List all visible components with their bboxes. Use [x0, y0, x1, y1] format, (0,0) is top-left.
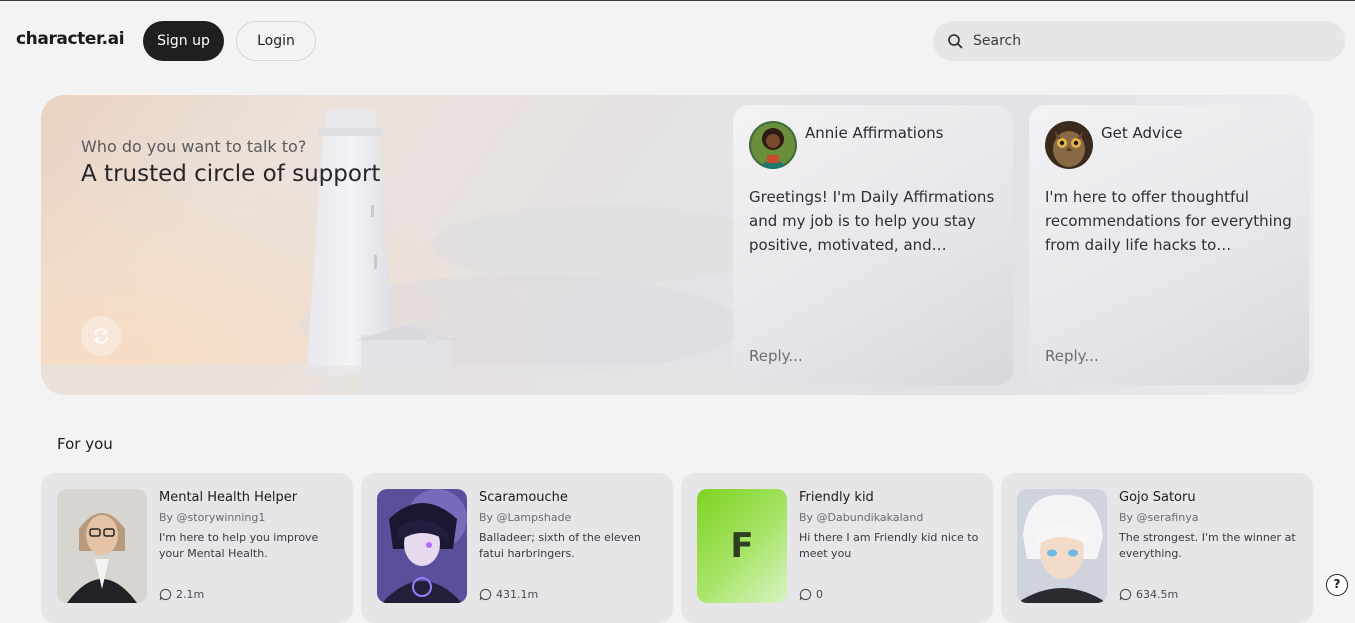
chat-bubble-icon	[479, 588, 492, 601]
character-name: Scaramouche	[479, 490, 568, 505]
hero-character-card[interactable]: Annie Affirmations Greetings! I'm Daily …	[733, 105, 1013, 385]
section-title-for-you: For you	[57, 435, 113, 453]
chat-count: 0	[799, 588, 823, 601]
search-bar[interactable]	[933, 21, 1345, 61]
character-author[interactable]: By @serafinya	[1119, 511, 1198, 524]
signup-button[interactable]: Sign up	[143, 21, 224, 61]
character-description: The strongest. I'm the winner at everyth…	[1119, 531, 1296, 560]
hero-title: A trusted circle of support	[81, 161, 381, 187]
character-name: Get Advice	[1101, 124, 1183, 142]
chat-count-value: 431.1m	[496, 588, 539, 601]
chat-count-value: 634.5m	[1136, 588, 1179, 601]
refresh-button[interactable]	[81, 316, 121, 356]
help-button[interactable]: ?	[1326, 574, 1348, 596]
character-greeting: Greetings! I'm Daily Affirmations and my…	[749, 188, 995, 254]
character-name: Mental Health Helper	[159, 490, 298, 505]
character-thumbnail	[1017, 489, 1107, 603]
refresh-icon	[93, 328, 109, 344]
search-input[interactable]	[973, 33, 1333, 49]
character-greeting: I'm here to offer thoughtful recommendat…	[1045, 188, 1292, 254]
character-name: Friendly kid	[799, 490, 874, 505]
chat-count: 431.1m	[479, 588, 538, 601]
character-card[interactable]: F Friendly kid By @Dabundikakaland Hi th…	[681, 473, 993, 623]
chat-count: 2.1m	[159, 588, 204, 601]
character-description: I'm here to help you improve your Mental…	[159, 531, 319, 560]
hero-character-card[interactable]: Get Advice I'm here to offer thoughtful …	[1029, 105, 1309, 385]
top-border	[0, 0, 1355, 1]
character-card[interactable]: Gojo Satoru By @serafinya The strongest.…	[1001, 473, 1313, 623]
search-icon	[948, 34, 963, 49]
character-description: Hi there I am Friendly kid nice to meet …	[799, 531, 979, 560]
chat-count-value: 2.1m	[176, 588, 205, 601]
character-card[interactable]: Scaramouche By @Lampshade Balladeer; six…	[361, 473, 673, 623]
reply-input[interactable]: Reply...	[749, 347, 803, 365]
character-thumbnail: F	[697, 489, 787, 603]
character-avatar	[1045, 121, 1093, 169]
character-thumbnail	[57, 489, 147, 603]
chat-count-value: 0	[816, 588, 823, 601]
hero-question: Who do you want to talk to?	[81, 137, 307, 156]
chat-bubble-icon	[799, 588, 812, 601]
character-card[interactable]: Mental Health Helper By @storywinning1 I…	[41, 473, 353, 623]
chat-count: 634.5m	[1119, 588, 1178, 601]
reply-input[interactable]: Reply...	[1045, 347, 1099, 365]
character-initial: F	[730, 526, 754, 566]
character-thumbnail	[377, 489, 467, 603]
character-author[interactable]: By @Dabundikakaland	[799, 511, 923, 524]
character-author[interactable]: By @storywinning1	[159, 511, 265, 524]
character-name: Gojo Satoru	[1119, 490, 1196, 505]
chat-bubble-icon	[1119, 588, 1132, 601]
hero-banner: Who do you want to talk to? A trusted ci…	[41, 95, 1313, 395]
character-name: Annie Affirmations	[805, 124, 944, 142]
character-avatar	[749, 121, 797, 169]
login-button[interactable]: Login	[236, 21, 316, 61]
chat-bubble-icon	[159, 588, 172, 601]
character-author[interactable]: By @Lampshade	[479, 511, 571, 524]
character-description: Balladeer; sixth of the eleven fatui har…	[479, 531, 641, 560]
logo[interactable]: character.ai	[16, 29, 125, 49]
